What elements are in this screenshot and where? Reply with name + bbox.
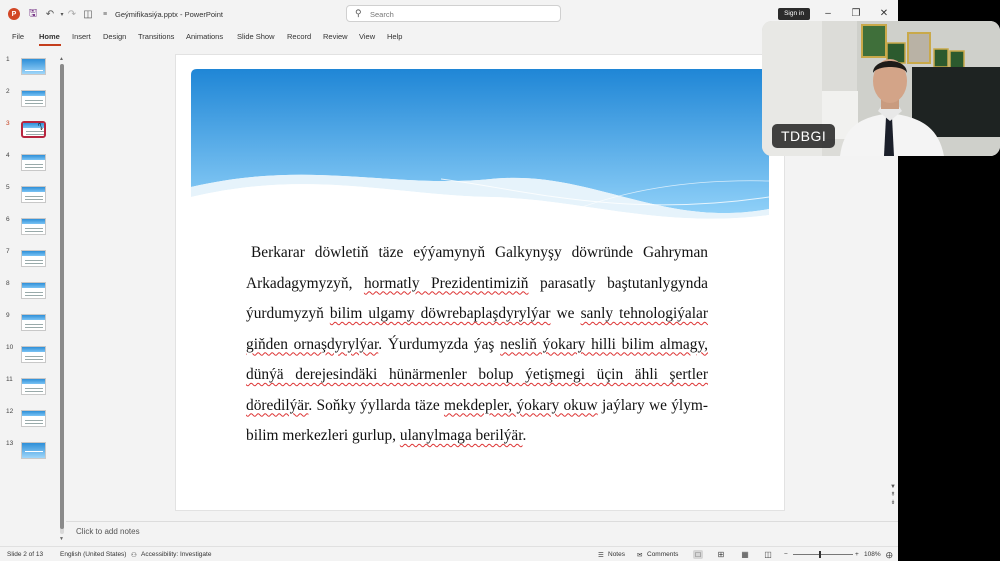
present-icon[interactable]: ◫	[82, 8, 94, 20]
comments-icon[interactable]: ✉	[637, 551, 642, 559]
notes-placeholder: Click to add notes	[76, 527, 140, 536]
redo-icon[interactable]: ↷	[66, 8, 78, 20]
slide-text-run: we	[550, 305, 581, 322]
slide-body-text[interactable]: Berkarar döwletiň täze eýýamynyň Galkyny…	[246, 238, 708, 452]
accessibility-icon[interactable]: ⚇	[131, 551, 137, 559]
search-placeholder: Search	[370, 10, 394, 19]
slide-thumbnail-13[interactable]	[21, 442, 46, 459]
thumb-number: 10	[6, 344, 14, 351]
thumb-number: 9	[6, 312, 10, 319]
slide-nav-controls[interactable]: ▼ ↟ ↡	[888, 483, 898, 507]
tab-design[interactable]: Design	[103, 32, 126, 41]
thumb-number: 8	[6, 280, 10, 287]
close-icon[interactable]: ✕	[876, 6, 892, 22]
thumb-number: 2	[6, 88, 10, 95]
slide-thumbnail-11[interactable]	[21, 378, 46, 395]
tab-insert[interactable]: Insert	[72, 32, 91, 41]
powerpoint-logo-icon: P	[8, 8, 20, 20]
spellcheck-flagged-text: bilim ulgamy döwrebaplaşdyrylýar	[329, 305, 551, 322]
zoom-out-button[interactable]: −	[784, 551, 788, 558]
slide-thumbnail-10[interactable]	[21, 346, 46, 363]
search-box[interactable]: ⚲ Search	[346, 5, 561, 22]
webcam-overlay: TDBGI	[762, 21, 1000, 156]
slide-thumbnail-1[interactable]	[21, 58, 46, 75]
tab-record[interactable]: Record	[287, 32, 311, 41]
wave-banner	[191, 69, 769, 229]
thumb-number: 4	[6, 152, 10, 159]
slide-thumbnail-4[interactable]	[21, 154, 46, 171]
slide-indicator: Slide 2 of 13	[7, 551, 44, 558]
thumb-number: 6	[6, 216, 10, 223]
next-slide-icon[interactable]: ↡	[888, 499, 898, 507]
slide-text-run: .	[522, 427, 527, 444]
zoom-slider[interactable]	[793, 554, 853, 555]
minimize-icon[interactable]: –	[820, 6, 836, 22]
maximize-icon[interactable]: ❐	[848, 6, 864, 22]
slide-text-run: . Ýurdumyzda ýaş	[378, 335, 501, 353]
participant-name-label: TDBGI	[772, 124, 836, 148]
notes-button[interactable]: Notes	[608, 551, 625, 558]
comments-button[interactable]: Comments	[647, 551, 678, 558]
zoom-slider-knob[interactable]	[819, 551, 821, 558]
language-indicator[interactable]: English (United States)	[60, 551, 126, 558]
reading-view-icon[interactable]: ▦	[740, 550, 750, 559]
tab-review[interactable]: Review	[323, 32, 348, 41]
thumb-number: 12	[6, 408, 14, 415]
scrollbar-thumb[interactable]	[60, 64, 64, 529]
thumbnail-scrollbar[interactable]: ▲ ▼	[59, 56, 65, 544]
thumb-number: 3	[6, 120, 10, 127]
notes-pane[interactable]: Click to add notes	[66, 521, 898, 545]
tab-transitions[interactable]: Transitions	[138, 32, 174, 41]
slide-thumbnail-6[interactable]	[21, 218, 46, 235]
scroll-down-icon[interactable]: ▼	[888, 483, 898, 491]
slideshow-icon[interactable]: ◫	[763, 550, 773, 559]
slide-thumbnail-9[interactable]	[21, 314, 46, 331]
notes-icon[interactable]: ☰	[598, 551, 604, 559]
tab-slide-show[interactable]: Slide Show	[237, 32, 275, 41]
status-bar: Slide 2 of 13 English (United States) ⚇ …	[0, 546, 898, 561]
slide-text-run: . Soňky ýyllarda täze	[308, 396, 444, 414]
accessibility-status[interactable]: Accessibility: Investigate	[141, 551, 211, 558]
tab-animations[interactable]: Animations	[186, 32, 223, 41]
save-icon[interactable]: 🖫	[27, 8, 39, 20]
sign-in-button[interactable]: Sign in	[778, 8, 810, 20]
title-separator: -	[180, 10, 183, 19]
spellcheck-flagged-text: ulanylmaga berilýär	[399, 427, 523, 444]
search-icon: ⚲	[355, 8, 362, 18]
slide-thumbnail-8[interactable]	[21, 282, 46, 299]
fit-slide-icon[interactable]: ⨁	[886, 551, 893, 559]
thumb-number: 11	[6, 376, 13, 383]
undo-icon[interactable]: ↶	[44, 8, 56, 20]
zoom-in-button[interactable]: +	[855, 551, 859, 558]
customize-icon[interactable]: ≡	[99, 8, 111, 20]
current-slide[interactable]: Berkarar döwletiň täze eýýamynyň Galkyny…	[176, 55, 784, 510]
active-tab-indicator	[39, 44, 61, 46]
slide-sorter-icon[interactable]: ⊞	[716, 550, 726, 559]
app-name: PowerPoint	[184, 10, 223, 19]
tab-view[interactable]: View	[359, 32, 375, 41]
thumb-number: 5	[6, 184, 10, 191]
tab-file[interactable]: File	[12, 32, 24, 41]
slide-thumbnail-2[interactable]	[21, 90, 46, 107]
tab-help[interactable]: Help	[387, 32, 402, 41]
thumb-number: 13	[6, 440, 14, 447]
spellcheck-flagged-text: hormatly Prezidentimiziň	[363, 274, 529, 292]
slide-thumbnail-12[interactable]	[21, 410, 46, 427]
scroll-up-icon[interactable]: ▲	[59, 56, 64, 62]
scroll-down-icon[interactable]: ▼	[59, 536, 64, 542]
tab-home[interactable]: Home	[39, 32, 60, 41]
previous-slide-icon[interactable]: ↟	[888, 491, 898, 499]
slide-thumbnail-5[interactable]	[21, 186, 46, 203]
spellcheck-flagged-text: mekdepler, ýokary okuw	[443, 396, 598, 414]
document-title: Geýmifikasiýa.pptx - PowerPoint	[115, 10, 223, 19]
thumb-number: 7	[6, 248, 10, 255]
mouse-cursor-icon: ⭛	[38, 122, 43, 132]
document-name: Geýmifikasiýa.pptx	[115, 10, 178, 19]
zoom-level[interactable]: 108%	[864, 551, 881, 558]
slide-thumbnail-7[interactable]	[21, 250, 46, 267]
thumb-number: 1	[6, 56, 10, 63]
normal-view-icon[interactable]: □	[693, 550, 703, 559]
